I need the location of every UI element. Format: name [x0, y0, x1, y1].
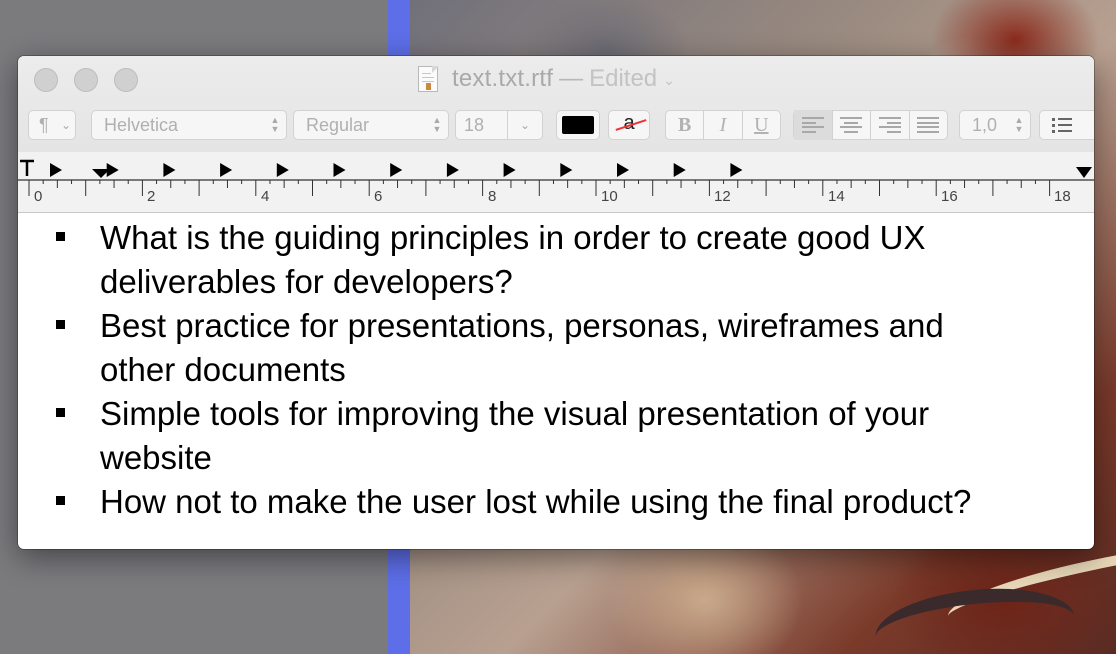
ruler-label: 10: [601, 188, 618, 205]
align-center-icon: [840, 117, 863, 133]
font-style-select[interactable]: Regular ▲ ▼: [293, 110, 449, 140]
tab-stop-icon: [446, 163, 459, 177]
list-item-line: Best practice for presentations, persona…: [100, 307, 944, 344]
list-item-line: deliverables for developers?: [100, 263, 513, 300]
list-item[interactable]: Best practice for presentations, persona…: [18, 304, 1094, 392]
chevron-down-icon[interactable]: ⌄: [508, 118, 542, 132]
title-separator: —: [559, 65, 584, 92]
bullet-marker: [56, 320, 65, 329]
document-text-area[interactable]: What is the guiding principles in order …: [18, 216, 1094, 524]
tab-stop-icon: [730, 163, 743, 177]
stepper-arrows-icon: ▲ ▼: [1014, 115, 1024, 134]
line-spacing-select[interactable]: 1,0 ▲ ▼: [959, 110, 1031, 140]
align-left-icon: [801, 117, 824, 133]
align-justify-icon: [917, 117, 940, 133]
alignment-group: [793, 110, 948, 140]
text-color-button[interactable]: [556, 110, 600, 140]
italic-button[interactable]: I: [704, 110, 743, 140]
ruler-label: 8: [488, 188, 497, 205]
bullet-marker: [56, 232, 65, 241]
ruler-label: 18: [1054, 188, 1071, 205]
line-spacing-value: 1,0: [972, 114, 998, 135]
text-color-swatch: [562, 116, 594, 134]
bullet-marker: [56, 496, 65, 505]
paragraph-styles-button[interactable]: ¶ ⌄: [28, 110, 76, 140]
align-left-button[interactable]: [794, 110, 833, 140]
ruler-label: 2: [147, 188, 156, 205]
list-bullets-button[interactable]: [1039, 110, 1094, 140]
list-item-line: What is the guiding principles in order …: [100, 219, 926, 256]
tab-stop-icon: [673, 163, 686, 177]
align-justify-button[interactable]: [910, 110, 948, 140]
zoom-button[interactable]: [114, 68, 138, 92]
list-item-line: other documents: [100, 351, 346, 388]
tab-stop-icon: [220, 163, 233, 177]
minimize-button[interactable]: [74, 68, 98, 92]
stepper-arrows-icon: ▲ ▼: [270, 115, 280, 134]
list-item[interactable]: How not to make the user lost while usin…: [18, 480, 1094, 524]
tab-stop-icon: [333, 163, 346, 177]
ruler[interactable]: 0 2 4 6 8 10 12 14 16 18: [18, 152, 1094, 213]
window-title[interactable]: text.txt.rtf — Edited ⌄: [418, 64, 675, 94]
list-item-line: How not to make the user lost while usin…: [100, 483, 972, 520]
chevron-down-icon[interactable]: ⌄: [663, 72, 675, 89]
chevron-down-icon: ⌄: [60, 118, 72, 132]
close-button[interactable]: [34, 68, 58, 92]
tab-stop-icon: [560, 163, 573, 177]
ruler-label: 12: [714, 188, 731, 205]
underline-button[interactable]: U: [743, 110, 780, 140]
bold-button[interactable]: B: [666, 110, 705, 140]
highlight-color-button[interactable]: a: [608, 110, 650, 140]
ruler-ticks: [18, 159, 1094, 196]
list-item-line: Simple tools for improving the visual pr…: [100, 395, 930, 432]
bulleted-list-icon: [1040, 117, 1072, 133]
font-size-combobox[interactable]: 18 ⌄: [455, 110, 543, 140]
align-right-icon: [878, 117, 901, 133]
paragraph-icon: ¶: [39, 114, 49, 135]
ruler-label: 16: [941, 188, 958, 205]
font-style-value: Regular: [306, 114, 370, 135]
tab-stop-icon: [390, 163, 403, 177]
textedit-window: text.txt.rtf — Edited ⌄ ¶ ⌄ Helvetica ▲ ▼…: [18, 56, 1094, 549]
list-item-line: website: [100, 439, 212, 476]
tab-stop-icon: [163, 163, 176, 177]
edited-status: Edited: [589, 65, 658, 92]
text-style-group: B I U: [665, 110, 781, 140]
font-size-value[interactable]: 18: [456, 115, 507, 136]
align-right-button[interactable]: [871, 110, 910, 140]
document-filename: text.txt.rtf: [452, 65, 554, 92]
window-titlebar[interactable]: text.txt.rtf — Edited ⌄ ¶ ⌄ Helvetica ▲ ▼…: [18, 56, 1094, 153]
tab-stop-icon: [50, 163, 62, 177]
align-center-button[interactable]: [833, 110, 871, 140]
ruler-label: 4: [261, 188, 270, 205]
font-family-select[interactable]: Helvetica ▲ ▼: [91, 110, 287, 140]
stepper-arrows-icon: ▲ ▼: [432, 115, 442, 134]
tab-stop-icon: [503, 163, 516, 177]
ruler-label: 0: [34, 188, 43, 205]
ruler-label: 6: [374, 188, 383, 205]
list-item[interactable]: What is the guiding principles in order …: [18, 216, 1094, 304]
list-item[interactable]: Simple tools for improving the visual pr…: [18, 392, 1094, 480]
bullet-marker: [56, 408, 65, 417]
document-icon: [418, 65, 440, 93]
tab-stop-icon: [276, 163, 289, 177]
tab-stop-icon: [617, 163, 629, 177]
font-family-value: Helvetica: [104, 114, 179, 135]
ruler-label: 14: [828, 188, 845, 205]
